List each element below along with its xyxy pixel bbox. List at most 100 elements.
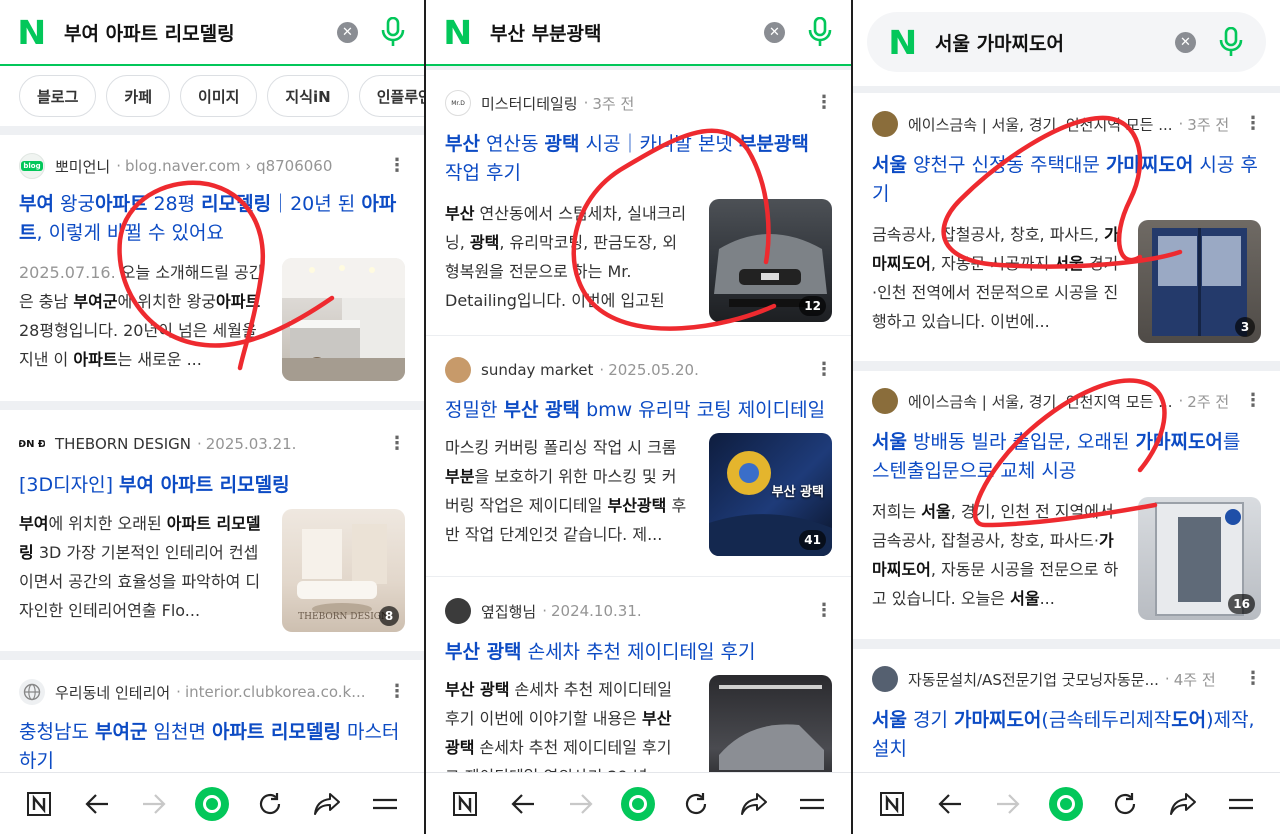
more-vertical-icon[interactable]: ⋮: [815, 361, 833, 379]
result-card[interactable]: 자동문설치/AS전문기업 굿모닝자동문... · 4주 전 ⋮ 서울 경기 가마…: [853, 649, 1280, 764]
result-title[interactable]: 부산 광택 손세차 추천 제이디테일 후기: [445, 638, 832, 667]
naver-home-icon[interactable]: [447, 786, 483, 822]
microphone-icon[interactable]: [380, 16, 406, 48]
source-name[interactable]: 옆집행님: [481, 601, 536, 622]
thumbnail-car-front[interactable]: 12: [709, 199, 832, 322]
forward-arrow-icon[interactable]: [563, 786, 599, 822]
refresh-icon[interactable]: [1107, 786, 1143, 822]
search-bar[interactable]: N 서울 가마찌도어 ✕: [853, 0, 1280, 86]
source-name[interactable]: 뽀미언니: [55, 156, 110, 177]
more-vertical-icon[interactable]: ⋮: [1244, 115, 1262, 133]
share-icon[interactable]: [736, 786, 772, 822]
image-count-badge: 8: [379, 606, 399, 626]
source-name[interactable]: 에이스금속 | 서울, 경기, 인천지역 모든 ...: [908, 391, 1173, 412]
more-vertical-icon[interactable]: ⋮: [388, 435, 406, 453]
search-query[interactable]: 부산 부분광택: [490, 19, 764, 46]
source-name[interactable]: sunday market: [481, 361, 593, 379]
green-dot-icon[interactable]: [620, 786, 656, 822]
result-title[interactable]: [3D디자인] 부여 아파트 리모델링: [19, 471, 405, 500]
highlighted-keyword: 서울: [1054, 254, 1084, 273]
more-vertical-icon[interactable]: ⋮: [1244, 670, 1262, 688]
green-dot-icon[interactable]: [194, 786, 230, 822]
result-source: 에이스금속 | 서울, 경기, 인천지역 모든 ... · 2주 전 ⋮: [872, 386, 1262, 416]
back-arrow-icon[interactable]: [79, 786, 115, 822]
source-name[interactable]: 자동문설치/AS전문기업 굿모닝자동문...: [908, 669, 1159, 690]
share-icon[interactable]: [1165, 786, 1201, 822]
microphone-icon[interactable]: [807, 16, 833, 48]
chip-images[interactable]: 이미지: [180, 75, 258, 117]
source-name[interactable]: THEBORN DESIGN: [55, 435, 191, 453]
result-card[interactable]: 옆집행님 · 2024.10.31. ⋮ 부산 광택 손세차 추천 제이디테일 …: [426, 577, 851, 798]
highlighted-keyword: 아파트: [216, 292, 261, 311]
result-card[interactable]: 에이스금속 | 서울, 경기, 인천지역 모든 ... · 2주 전 ⋮ 서울 …: [853, 371, 1280, 639]
more-vertical-icon[interactable]: ⋮: [815, 94, 833, 112]
forward-arrow-icon[interactable]: [990, 786, 1026, 822]
result-title[interactable]: 서울 경기 가마찌도어(금속테두리제작도어)제작, 설치: [872, 706, 1261, 764]
naver-home-icon[interactable]: [21, 786, 57, 822]
more-vertical-icon[interactable]: ⋮: [388, 157, 406, 175]
thumbnail-steel-door[interactable]: 16: [1138, 497, 1261, 620]
source-name[interactable]: 미스터디테일링: [481, 93, 578, 114]
result-card[interactable]: 우리동네 인테리어 · interior.clubkorea.co.k... ⋮…: [0, 660, 424, 776]
result-date: 2주 전: [1187, 392, 1230, 411]
naver-logo[interactable]: N: [17, 16, 51, 49]
search-bar[interactable]: N 부여 아파트 리모델링 ✕: [0, 0, 424, 66]
result-card[interactable]: Mr.D 미스터디테일링 · 3주 전 ⋮ 부산 연산동 광택 시공｜카니발 본…: [426, 70, 851, 336]
search-query[interactable]: 부여 아파트 리모델링: [64, 19, 337, 46]
result-description[interactable]: 2025.07.16. 오늘 소개해드릴 공간은 충남 부여군에 위치한 왕궁아…: [19, 258, 264, 374]
thumbnail-polishing[interactable]: 부산 광택 41: [709, 433, 832, 556]
source-name[interactable]: 에이스금속 | 서울, 경기, 인천지역 모든 ...: [908, 114, 1173, 135]
highlighted-keyword: 광택: [544, 133, 580, 155]
result-card[interactable]: 에이스금속 | 서울, 경기, 인천지역 모든 ... · 3주 전 ⋮ 서울 …: [853, 93, 1280, 361]
chip-influencer[interactable]: 인플루언서: [358, 75, 424, 117]
result-title[interactable]: 정밀한 부산 광택 bmw 유리막 코팅 제이디테일: [445, 396, 832, 425]
result-title[interactable]: 충청남도 부여군 임천면 아파트 리모델링 마스터하기: [19, 718, 405, 776]
thumbnail-kitchen[interactable]: [282, 258, 405, 381]
naver-home-icon[interactable]: [874, 786, 910, 822]
result-description[interactable]: 부여에 위치한 오래된 아파트 리모델링 3D 가장 기본적인 인테리어 컨셉이…: [19, 509, 264, 625]
result-description[interactable]: 금속공사, 잡철공사, 창호, 파사드, 가마찌도어, 자동문 시공까지 서울 …: [872, 220, 1120, 336]
search-query[interactable]: 서울 가마찌도어: [935, 29, 1175, 56]
more-vertical-icon[interactable]: ⋮: [388, 683, 406, 701]
share-icon[interactable]: [309, 786, 345, 822]
divider: [853, 361, 1280, 371]
back-arrow-icon[interactable]: [932, 786, 968, 822]
chip-blog[interactable]: 블로그: [19, 75, 97, 117]
result-title[interactable]: 부산 연산동 광택 시공｜카니발 본넷 부분광택 작업 후기: [445, 130, 832, 188]
bottom-toolbar: [426, 772, 851, 834]
naver-logo[interactable]: N: [443, 16, 477, 49]
result-title[interactable]: 서울 방배동 빌라 출입문, 오래된 가마찌도어를 스텐출입문으로 교체 시공: [872, 428, 1261, 486]
close-icon[interactable]: ✕: [337, 21, 358, 43]
green-dot-icon[interactable]: [1048, 786, 1084, 822]
chip-kin[interactable]: 지식iN: [267, 75, 349, 117]
menu-icon[interactable]: [1223, 786, 1259, 822]
result-description[interactable]: 저희는 서울, 경기, 인천 전 지역에서 금속공사, 잡철공사, 창호, 파사…: [872, 497, 1120, 613]
menu-icon[interactable]: [367, 786, 403, 822]
source-url: blog.naver.com › q8706060: [124, 157, 333, 175]
chip-cafe[interactable]: 카페: [106, 75, 171, 117]
result-title[interactable]: 부여 왕궁아파트 28평 리모델링｜20년 된 아파트, 이렇게 바뀔 수 있어…: [19, 190, 405, 248]
search-bar[interactable]: N 부산 부분광택 ✕: [426, 0, 851, 66]
source-name[interactable]: 우리동네 인테리어: [55, 682, 170, 703]
text-segment: 시공｜카니발 본넷: [579, 133, 739, 155]
result-card[interactable]: sunday market · 2025.05.20. ⋮ 정밀한 부산 광택 …: [426, 336, 851, 577]
result-title[interactable]: 서울 양천구 신정동 주택대문 가마찌도어 시공 후기: [872, 151, 1261, 209]
forward-arrow-icon[interactable]: [136, 786, 172, 822]
refresh-icon[interactable]: [252, 786, 288, 822]
result-card[interactable]: ƉN Ɖ THEBORN DESIGN · 2025.03.21. ⋮ [3D디…: [0, 410, 424, 651]
result-card[interactable]: blog 뽀미언니 · blog.naver.com › q8706060 ⋮ …: [0, 135, 424, 401]
globe-icon: [19, 679, 45, 705]
thumbnail-door[interactable]: 3: [1138, 220, 1261, 343]
close-icon[interactable]: ✕: [764, 21, 785, 43]
menu-icon[interactable]: [794, 786, 830, 822]
more-vertical-icon[interactable]: ⋮: [815, 602, 833, 620]
result-description[interactable]: 마스킹 커버링 폴리싱 작업 시 크롬 부분을 보호하기 위한 마스킹 및 커버…: [445, 433, 691, 549]
result-description[interactable]: 부산 연산동에서 스팀세차, 실내크리닝, 광택, 유리막코팅, 판금도장, 외…: [445, 199, 691, 315]
thumbnail-livingroom[interactable]: THEBORN DESIGN 8: [282, 509, 405, 632]
back-arrow-icon[interactable]: [505, 786, 541, 822]
more-vertical-icon[interactable]: ⋮: [1244, 392, 1262, 410]
close-icon[interactable]: ✕: [1175, 31, 1196, 53]
microphone-icon[interactable]: [1218, 26, 1244, 58]
refresh-icon[interactable]: [678, 786, 714, 822]
naver-logo[interactable]: N: [888, 26, 922, 59]
